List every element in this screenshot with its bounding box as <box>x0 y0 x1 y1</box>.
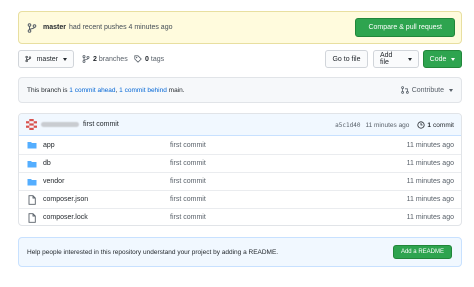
avatar[interactable] <box>26 119 37 130</box>
repo-toolbar: master 2 branches 0 tags Go to file Add … <box>18 50 462 68</box>
code-label: Code <box>429 55 447 63</box>
file-name[interactable]: vendor <box>43 178 64 185</box>
branch-comparison-bar: This branch is 1 commit ahead, 1 commit … <box>18 77 462 103</box>
file-age: 11 minutes ago <box>406 196 454 203</box>
chevron-down-icon <box>63 57 67 61</box>
branch-icon <box>82 55 90 63</box>
branch-select-button[interactable]: master <box>18 50 74 68</box>
commit-sha[interactable]: a5c1d40 <box>335 122 360 129</box>
recent-pushes-banner: master had recent pushes 4 minutes ago C… <box>18 11 462 44</box>
readme-prompt: Help people interested in this repositor… <box>18 237 462 267</box>
readme-prompt-text: Help people interested in this repositor… <box>27 248 279 256</box>
recent-pushes-text: had recent pushes 4 minutes ago <box>68 24 173 31</box>
add-file-button[interactable]: Add file <box>373 50 419 68</box>
commits-ahead-link[interactable]: 1 commit ahead <box>69 87 115 94</box>
comparison-separator: , <box>115 86 118 94</box>
branch-select-label: master <box>36 55 58 63</box>
tags-label: tags <box>150 55 165 63</box>
folder-icon <box>27 179 37 186</box>
file-list: app first commit 11 minutes ago db first com… <box>19 136 461 225</box>
file-row[interactable]: vendor first commit 11 minutes ago <box>19 172 461 190</box>
file-commit-message[interactable]: first commit <box>170 160 206 167</box>
file-commit-message[interactable]: first commit <box>170 142 206 149</box>
folder-icon <box>27 161 37 168</box>
branches-count: 2 <box>93 55 97 63</box>
file-name[interactable]: composer.lock <box>43 214 88 221</box>
commit-meta: a5c1d40 11 minutes ago 1 commit <box>335 114 454 136</box>
file-name[interactable]: db <box>43 160 51 167</box>
commit-count: 1 <box>427 121 432 129</box>
file-name[interactable]: app <box>43 142 55 149</box>
branches-label: branches <box>98 55 128 63</box>
latest-commit-bar: first commit a5c1d40 11 minutes ago 1 co… <box>19 114 461 136</box>
chevron-down-icon <box>449 88 453 92</box>
file-row[interactable]: db first commit 11 minutes ago <box>19 154 461 172</box>
file-age: 11 minutes ago <box>406 160 454 167</box>
code-button[interactable]: Code <box>423 50 462 68</box>
compare-pull-request-button[interactable]: Compare & pull request <box>355 18 455 37</box>
commit-message[interactable]: first commit <box>83 121 119 128</box>
file-browser: first commit a5c1d40 11 minutes ago 1 co… <box>18 113 462 226</box>
author-name-redacted[interactable] <box>41 122 79 127</box>
comparison-suffix: main. <box>168 86 185 94</box>
file-commit-message[interactable]: first commit <box>170 178 206 185</box>
file-icon <box>28 213 36 223</box>
tag-icon <box>134 55 142 63</box>
file-age: 11 minutes ago <box>406 214 454 221</box>
commit-age: 11 minutes ago <box>365 121 410 129</box>
comparison-prefix: This branch is <box>27 86 68 94</box>
file-row[interactable]: composer.json first commit 11 minutes ago <box>19 190 461 208</box>
commit-history-link[interactable]: 1 commit <box>417 121 454 129</box>
chevron-down-icon <box>408 57 412 61</box>
folder-icon <box>27 142 37 149</box>
add-file-label: Add file <box>380 52 393 66</box>
contribute-button[interactable]: Contribute <box>400 78 453 102</box>
tags-count: 0 <box>145 55 149 63</box>
pushed-branch-name[interactable]: master <box>43 24 66 31</box>
go-to-file-button[interactable]: Go to file <box>325 50 368 68</box>
file-row[interactable]: app first commit 11 minutes ago <box>19 136 461 154</box>
branch-icon <box>27 22 37 33</box>
file-name[interactable]: composer.json <box>43 196 88 203</box>
commits-behind-link[interactable]: 1 commit behind <box>119 87 167 94</box>
history-icon <box>417 121 426 129</box>
branch-icon <box>25 55 32 63</box>
contribute-label: Contribute <box>411 86 444 94</box>
file-commit-message[interactable]: first commit <box>170 196 206 203</box>
commit-count-label: commit <box>433 121 454 129</box>
chevron-down-icon <box>451 57 456 61</box>
add-readme-button[interactable]: Add a README <box>392 245 452 259</box>
file-commit-message[interactable]: first commit <box>170 214 206 221</box>
file-age: 11 minutes ago <box>406 178 454 185</box>
branches-link[interactable]: 2 branches <box>82 50 128 68</box>
file-icon <box>28 195 36 205</box>
tags-link[interactable]: 0 tags <box>134 50 164 68</box>
file-age: 11 minutes ago <box>406 141 454 149</box>
file-row[interactable]: composer.lock first commit 11 minutes ago <box>19 208 461 225</box>
pull-request-icon <box>400 86 409 94</box>
